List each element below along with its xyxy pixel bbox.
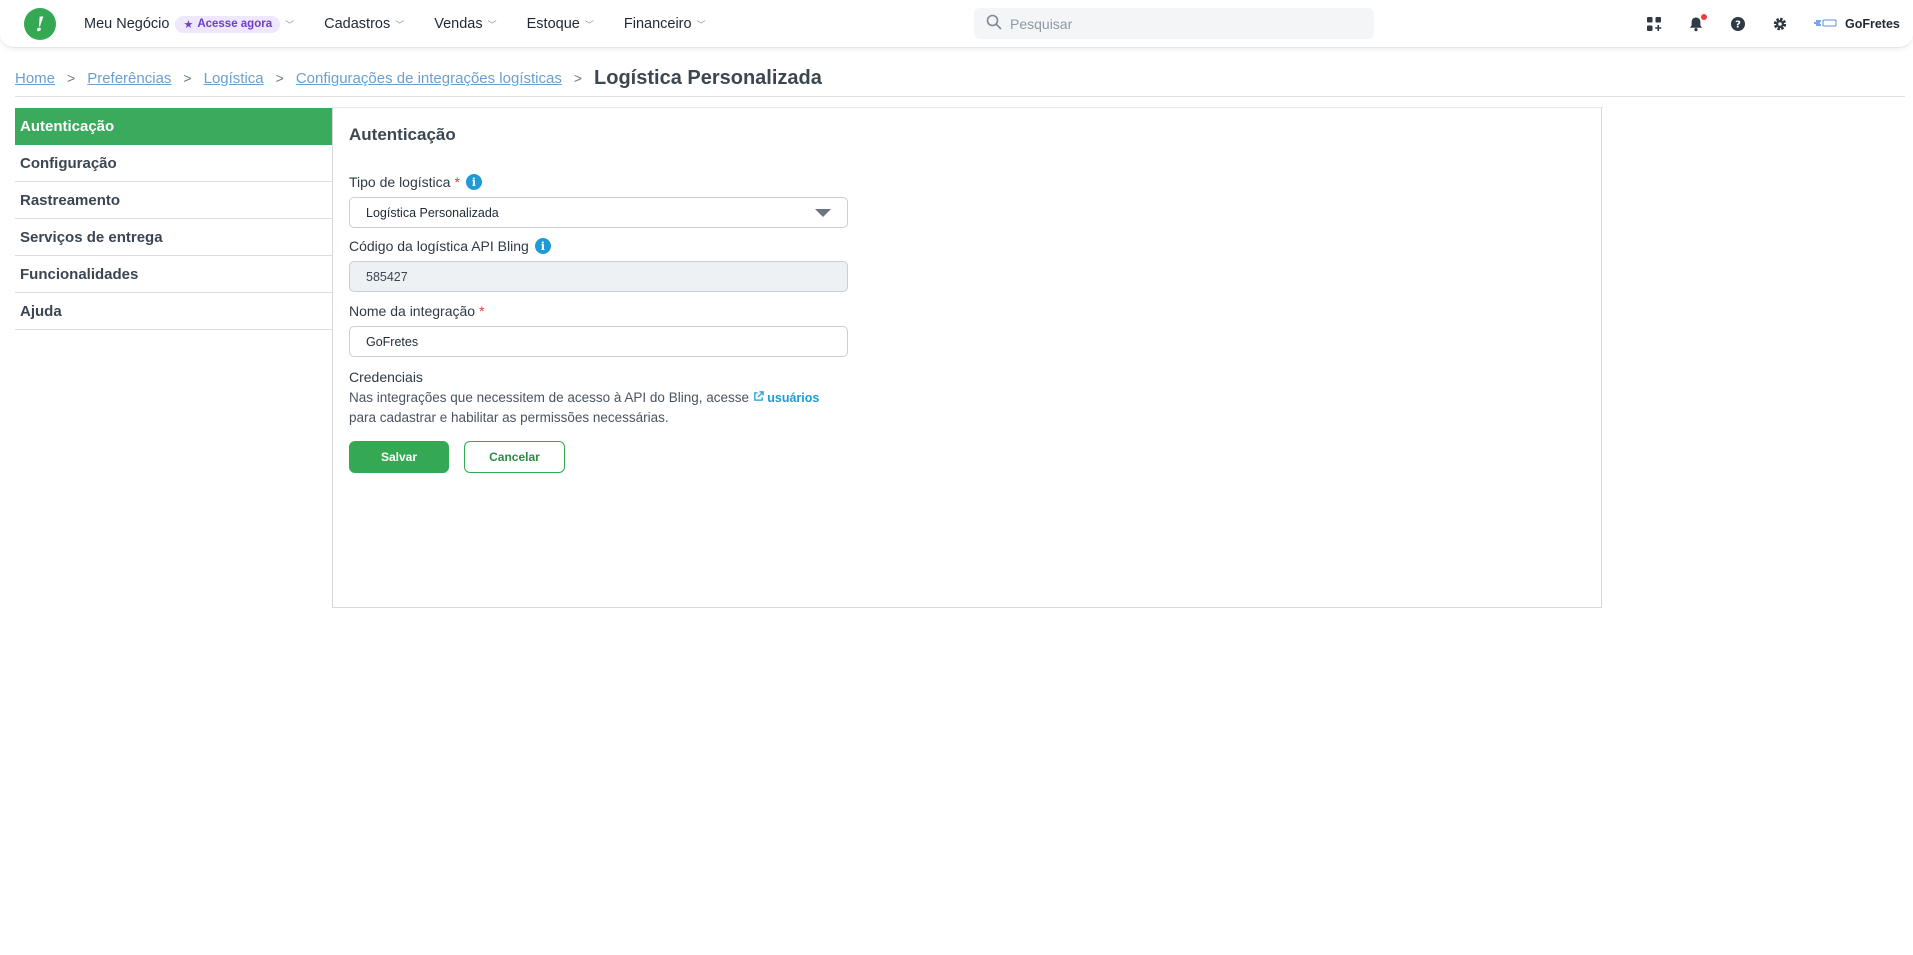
svg-text:?: ? xyxy=(1735,20,1741,31)
nav-vendas[interactable]: Vendas ﹀ xyxy=(434,16,496,32)
codigo-logistica-field: 585427 xyxy=(349,261,848,292)
chevron-right-icon: > xyxy=(67,70,76,86)
promo-badge[interactable]: ★ Acesse agora xyxy=(175,15,281,33)
codigo-logistica-label: Código da logística API Bling i xyxy=(349,238,551,254)
chevron-right-icon: > xyxy=(573,70,583,86)
sidebar-item-funcionalidades[interactable]: Funcionalidades xyxy=(15,256,332,293)
chevron-down-icon: ﹀ xyxy=(487,19,497,30)
search-input[interactable] xyxy=(1010,15,1350,32)
nav-estoque[interactable]: Estoque ﹀ xyxy=(527,16,594,32)
cancel-button[interactable]: Cancelar xyxy=(464,441,565,473)
breadcrumb-configuracoes[interactable]: Configurações de integrações logísticas xyxy=(296,70,562,87)
nav-financeiro[interactable]: Financeiro ﹀ xyxy=(624,16,706,32)
chevron-right-icon: > xyxy=(275,70,284,86)
chevron-down-icon: ﹀ xyxy=(584,19,594,30)
company-name: GoFretes xyxy=(1845,17,1900,31)
bling-logo[interactable]: ! xyxy=(24,8,56,40)
tipo-logistica-select[interactable]: Logística Personalizada xyxy=(349,197,848,228)
header-actions: ? GoFretes xyxy=(1645,0,1900,48)
save-button[interactable]: Salvar xyxy=(349,441,449,473)
info-icon[interactable]: i xyxy=(465,174,482,190)
breadcrumb-home[interactable]: Home xyxy=(15,70,55,87)
codigo-logistica-label-text: Código da logística API Bling xyxy=(349,238,529,254)
tipo-logistica-label-text: Tipo de logística xyxy=(349,174,451,190)
sidebar-item-rastreamento[interactable]: Rastreamento xyxy=(15,182,332,219)
company-logo xyxy=(1813,18,1837,30)
nome-integracao-field[interactable] xyxy=(349,326,848,357)
nome-integracao-label-text: Nome da integração xyxy=(349,303,476,319)
credenciais-title: Credenciais xyxy=(349,369,423,385)
star-icon: ★ xyxy=(183,18,194,31)
nav-meu-negocio-label: Meu Negócio xyxy=(84,16,170,32)
credenciais-text-1: Nas integrações que necessitem de acesso… xyxy=(349,390,749,405)
nav-vendas-label: Vendas xyxy=(434,16,483,32)
caret-down-icon xyxy=(815,209,831,217)
chevron-down-icon: ﹀ xyxy=(285,19,295,30)
nav-financeiro-label: Financeiro xyxy=(623,16,692,32)
info-icon[interactable]: i xyxy=(534,238,551,254)
company-switcher[interactable]: GoFretes xyxy=(1813,17,1900,31)
sidebar-item-autenticacao[interactable]: Autenticação xyxy=(15,108,332,145)
settings-sidebar: Autenticação Configuração Rastreamento S… xyxy=(15,108,332,330)
nav-estoque-label: Estoque xyxy=(526,16,580,32)
external-link-icon xyxy=(753,391,764,401)
divider xyxy=(333,107,1603,108)
credenciais-description: Nas integrações que necessitem de acesso… xyxy=(349,388,869,427)
nav-cadastros[interactable]: Cadastros ﹀ xyxy=(324,16,404,32)
nav-cadastros-label: Cadastros xyxy=(324,16,391,32)
divider xyxy=(15,96,1905,97)
search-icon xyxy=(986,14,1002,33)
breadcrumb-preferencias[interactable]: Preferências xyxy=(87,70,171,87)
required-marker: * xyxy=(479,303,485,319)
settings-gear-icon[interactable] xyxy=(1771,15,1789,33)
chevron-right-icon: > xyxy=(183,70,192,86)
notification-dot xyxy=(1701,14,1707,20)
sidebar-item-ajuda[interactable]: Ajuda xyxy=(15,293,332,330)
tipo-logistica-value: Logística Personalizada xyxy=(366,205,499,220)
usuarios-link-label: usuários xyxy=(767,391,820,405)
codigo-logistica-value: 585427 xyxy=(366,269,408,284)
usuarios-link[interactable]: usuários xyxy=(753,391,820,405)
promo-label: Acesse agora xyxy=(197,18,273,30)
search-bar[interactable] xyxy=(974,8,1374,39)
sidebar-item-servicos-entrega[interactable]: Serviços de entrega xyxy=(15,219,332,256)
section-title: Autenticação xyxy=(349,125,456,144)
breadcrumb-logistica[interactable]: Logística xyxy=(204,70,264,87)
nome-integracao-input[interactable] xyxy=(366,334,826,349)
credenciais-text-2: para cadastrar e habilitar as permissões… xyxy=(349,410,669,425)
notifications-bell-icon[interactable] xyxy=(1687,14,1707,33)
main-nav: Meu Negócio ★ Acesse agora ﹀ Cadastros ﹀… xyxy=(84,0,736,48)
sidebar-item-configuracao[interactable]: Configuração xyxy=(15,145,332,182)
nav-meu-negocio[interactable]: Meu Negócio ★ Acesse agora ﹀ xyxy=(84,15,295,33)
breadcrumb: Home > Preferências > Logística > Config… xyxy=(15,64,822,92)
chevron-down-icon: ﹀ xyxy=(395,19,405,30)
nome-integracao-label: Nome da integração * xyxy=(349,303,485,319)
top-navbar: ! Meu Negócio ★ Acesse agora ﹀ Cadastros… xyxy=(0,0,1913,48)
tipo-logistica-label: Tipo de logística * i xyxy=(349,174,482,190)
form-panel: Autenticação Tipo de logística * i Logís… xyxy=(332,107,1603,608)
chevron-down-icon: ﹀ xyxy=(696,19,706,30)
help-icon[interactable]: ? xyxy=(1729,15,1747,33)
apps-icon[interactable] xyxy=(1645,15,1663,33)
page-title: Logística Personalizada xyxy=(594,66,822,89)
required-marker: * xyxy=(454,174,460,190)
